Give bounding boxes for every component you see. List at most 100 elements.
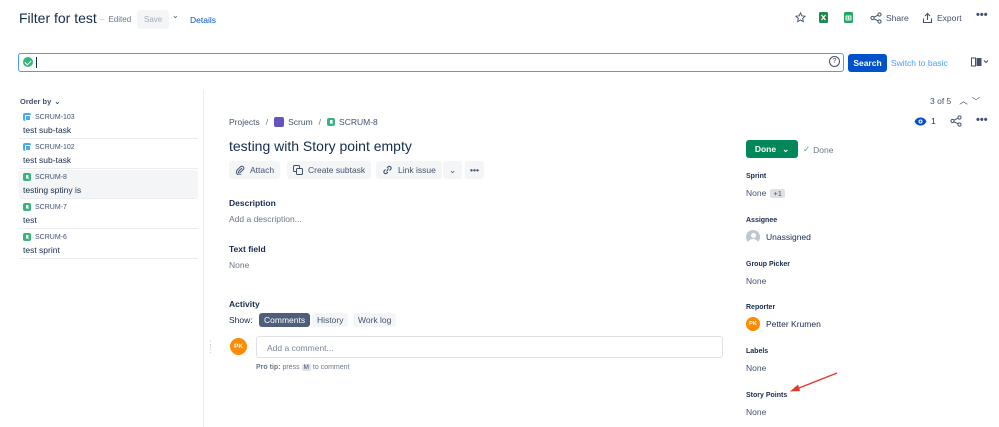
story-type-icon <box>327 118 336 126</box>
pager-text: 3 of 5 <box>930 96 952 106</box>
subtask-type-icon <box>23 143 31 151</box>
resolution-indicator: ✓ Done <box>803 144 833 155</box>
list-item[interactable]: SCRUM-6 test sprint <box>19 230 198 259</box>
more-actions-icon[interactable]: ••• <box>976 114 988 126</box>
excel-icon <box>819 12 828 23</box>
switch-to-basic-link[interactable]: Switch to basic <box>891 58 948 68</box>
text-field-value[interactable]: None <box>229 260 249 270</box>
more-issue-actions-icon[interactable]: ••• <box>465 161 484 179</box>
list-view-icon <box>971 57 989 67</box>
create-subtask-label: Create subtask <box>308 165 366 175</box>
list-item-selected[interactable]: SCRUM-8 testing sptiny is <box>19 170 198 199</box>
annotation-arrow-icon <box>790 372 838 392</box>
share-button[interactable]: Share <box>870 12 909 24</box>
project-avatar-icon <box>274 117 285 127</box>
group-picker-value[interactable]: None <box>746 276 766 286</box>
breadcrumb-issue-key[interactable]: SCRUM-8 <box>339 117 378 127</box>
list-item[interactable]: SCRUM-7 test <box>19 200 198 229</box>
order-by-label: Order by <box>20 97 52 106</box>
status-transition-button[interactable]: Done ⌄ <box>746 140 798 158</box>
labels-label: Labels <box>746 348 769 355</box>
attach-label: Attach <box>250 165 275 175</box>
issue-title[interactable]: testing with Story point empty <box>229 138 412 154</box>
sprint-label: Sprint <box>746 173 767 180</box>
google-sheets-button[interactable] <box>844 12 853 23</box>
issue-key: SCRUM-102 <box>35 143 75 151</box>
breadcrumb-projects[interactable]: Projects <box>229 117 260 127</box>
share-label: Share <box>886 13 909 23</box>
resize-handle[interactable]: ⋮ ⋮ <box>206 340 215 354</box>
excel-button[interactable] <box>819 12 828 23</box>
attach-button[interactable]: Attach <box>229 161 281 179</box>
subtask-type-icon <box>23 113 31 121</box>
checkmark-icon: ✓ <box>803 144 811 154</box>
create-subtask-button[interactable]: Create subtask <box>287 161 372 179</box>
star-button[interactable] <box>795 12 806 23</box>
sheets-icon <box>844 12 853 23</box>
list-item[interactable]: SCRUM-103 test sub-task <box>19 110 198 139</box>
issue-summary: test sub-task <box>23 125 72 135</box>
search-button[interactable]: Search <box>848 54 887 72</box>
tab-history[interactable]: History <box>312 313 349 327</box>
show-label: Show: <box>229 315 253 325</box>
activity-label: Activity <box>229 299 260 309</box>
page-title: Filter for test <box>19 10 97 26</box>
story-points-value[interactable]: None <box>746 407 766 417</box>
help-icon[interactable]: ? <box>829 56 840 67</box>
chevron-up-icon[interactable]: ︿ <box>959 95 968 107</box>
share-issue-button[interactable] <box>950 115 962 129</box>
reporter-label: Reporter <box>746 304 776 311</box>
tab-comments[interactable]: Comments <box>259 313 311 327</box>
pagination: 3 of 5 ︿ ﹀ <box>930 95 980 107</box>
star-icon <box>795 12 806 23</box>
link-issue-dropdown[interactable]: ⌄ <box>443 161 462 179</box>
story-points-label: Story Points <box>746 392 788 399</box>
sprint-value[interactable]: None +1 <box>746 188 785 198</box>
link-issue-label: Link issue <box>398 165 436 175</box>
text-field-label: Text field <box>229 244 266 254</box>
breadcrumb: Projects / Scrum / SCRUM-8 <box>229 117 378 127</box>
story-type-icon <box>23 173 31 181</box>
status-label: Done <box>754 144 777 154</box>
story-type-icon <box>23 233 31 241</box>
share-icon <box>870 12 882 24</box>
export-label: Export <box>937 13 962 23</box>
chevron-down-icon: ⌄ <box>448 164 457 175</box>
breadcrumb-project[interactable]: Scrum <box>288 117 313 127</box>
pro-tip: Pro tip: press M to comment <box>256 364 350 371</box>
unassigned-avatar-icon <box>746 230 760 244</box>
watchers-count: 1 <box>931 116 936 126</box>
details-link[interactable]: Details <box>190 15 216 25</box>
assignee-label: Assignee <box>746 217 778 224</box>
export-icon <box>922 12 933 24</box>
more-actions-icon[interactable]: ••• <box>976 9 988 21</box>
subtask-icon <box>293 165 303 175</box>
view-switcher[interactable] <box>971 57 989 69</box>
save-options-chevron-icon[interactable]: ⌄ <box>172 11 179 20</box>
assignee-value[interactable]: Unassigned <box>746 230 811 244</box>
avatar: PK <box>746 317 760 331</box>
jql-search-input[interactable]: ? <box>18 53 844 72</box>
chevron-down-icon: ⌄ <box>54 97 61 106</box>
list-item[interactable]: SCRUM-102 test sub-task <box>19 140 198 169</box>
save-button[interactable]: Save <box>137 10 170 29</box>
issue-summary: test sprint <box>23 245 60 255</box>
story-type-icon <box>23 203 31 211</box>
tab-work-log[interactable]: Work log <box>353 313 397 327</box>
chevron-down-icon[interactable]: ﹀ <box>972 95 981 107</box>
watch-button[interactable]: 1 <box>914 116 936 126</box>
link-issue-button[interactable]: Link issue <box>376 161 442 179</box>
description-field[interactable]: Add a description... <box>229 214 302 224</box>
description-label: Description <box>229 198 276 208</box>
eye-icon <box>914 117 927 125</box>
avatar: PK <box>230 338 247 355</box>
comment-input[interactable]: Add a comment... <box>256 336 723 358</box>
edited-indicator: Edited <box>100 15 131 24</box>
issue-summary: test <box>23 215 37 225</box>
order-by-dropdown[interactable]: Order by ⌄ <box>20 97 61 106</box>
export-button[interactable]: Export <box>922 12 962 24</box>
group-picker-label: Group Picker <box>746 261 790 268</box>
reporter-value[interactable]: PK Petter Krumen <box>746 317 821 331</box>
labels-value[interactable]: None <box>746 363 766 373</box>
issue-key: SCRUM-103 <box>35 113 75 121</box>
